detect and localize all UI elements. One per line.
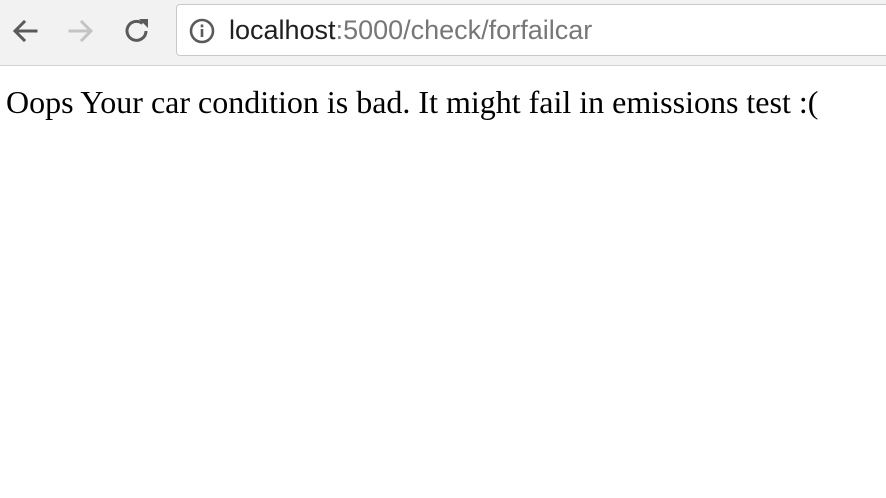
back-arrow-icon: [12, 19, 38, 43]
info-icon[interactable]: [189, 18, 215, 44]
url-host: localhost: [229, 15, 336, 45]
url-path: :5000/check/forfailcar: [335, 15, 593, 45]
reload-icon: [125, 19, 148, 42]
url-text[interactable]: localhost:5000/check/forfailcar: [229, 5, 592, 55]
address-bar[interactable]: localhost:5000/check/forfailcar: [176, 4, 886, 56]
forward-arrow-icon: [68, 19, 94, 43]
forward-button[interactable]: [64, 12, 98, 50]
reload-button[interactable]: [120, 12, 154, 50]
browser-toolbar: localhost:5000/check/forfailcar: [0, 0, 886, 66]
result-message: Oops Your car condition is bad. It might…: [6, 84, 819, 120]
back-button[interactable]: [8, 12, 42, 50]
